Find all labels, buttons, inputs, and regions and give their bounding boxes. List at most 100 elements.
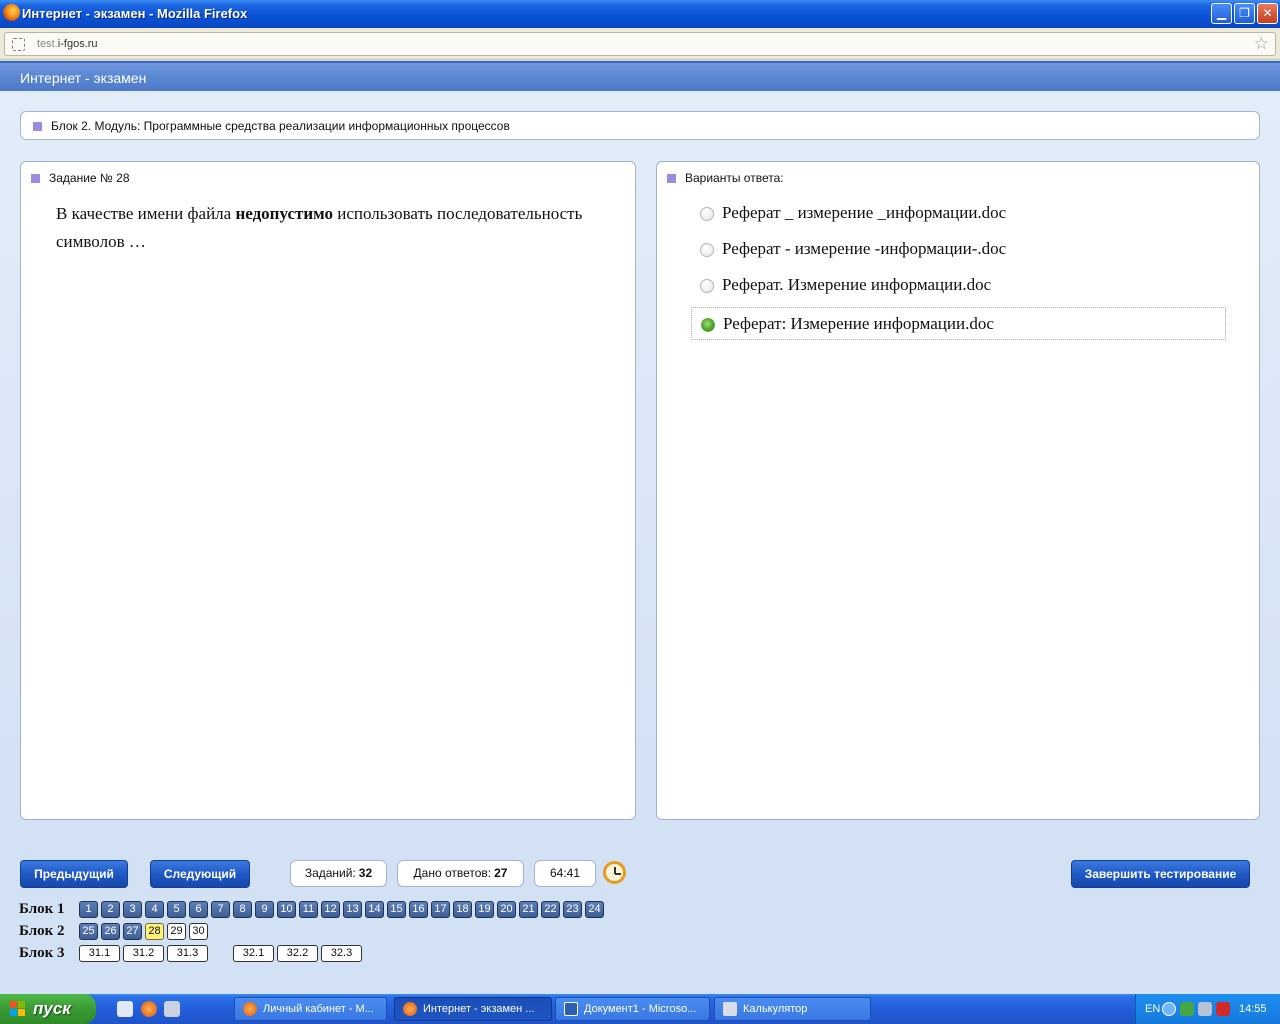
question-nav-11[interactable]: 11 (299, 901, 318, 918)
block-1-questions: 1 2 3 4 5 6 7 8 9 10 11 12 13 14 15 16 17 18 19 20 21 22 23 24 (79, 901, 609, 919)
question-nav-19[interactable]: 19 (475, 901, 494, 918)
tasks-counter: Заданий: 32 (290, 860, 387, 887)
question-nav-32-2[interactable]: 32.2 (277, 945, 318, 962)
security-icon[interactable] (1198, 1002, 1212, 1016)
question-nav-9[interactable]: 9 (255, 901, 274, 918)
bookmark-star-icon[interactable]: ☆ (1254, 34, 1269, 54)
answers-title: Варианты ответа: (685, 171, 784, 185)
question-nav-29[interactable]: 29 (167, 923, 186, 940)
radio-button[interactable] (700, 243, 714, 257)
question-nav-22[interactable]: 22 (541, 901, 560, 918)
next-button[interactable]: Следующий (150, 860, 250, 888)
scanner-icon[interactable] (164, 1001, 180, 1017)
minimize-button[interactable]: ▁ (1211, 3, 1232, 24)
bullet-marker (667, 174, 676, 183)
question-nav-4[interactable]: 4 (145, 901, 164, 918)
question-nav-7[interactable]: 7 (211, 901, 230, 918)
block-3-label: Блок 3 (19, 945, 65, 961)
answer-option-2[interactable]: Реферат - измерение -информации-.doc (691, 233, 1226, 266)
question-nav-12[interactable]: 12 (321, 901, 340, 918)
taskbar-item-word-document[interactable]: Документ1 - Microso... (555, 997, 710, 1021)
answer-label: Реферат: Измерение информации.doc (723, 314, 994, 333)
block-title: Блок 2. Модуль: Программные средства реа… (51, 119, 510, 133)
answer-option-1[interactable]: Реферат _ измерение _информации.doc (691, 197, 1226, 230)
url-text: test.i-fgos.ru (37, 38, 98, 50)
tray-expand-icon[interactable] (1162, 1002, 1176, 1016)
question-nav-16[interactable]: 16 (409, 901, 428, 918)
windows-taskbar: пуск Личный кабинет - M... Интернет - эк… (0, 994, 1280, 1024)
question-nav-6[interactable]: 6 (189, 901, 208, 918)
restore-button[interactable]: ❐ (1234, 3, 1255, 24)
question-nav-27[interactable]: 27 (123, 923, 142, 940)
answer-option-3[interactable]: Реферат. Измерение информации.doc (691, 269, 1226, 302)
bullet-marker (31, 174, 40, 183)
calculator-icon (723, 1002, 737, 1016)
page-header: Интернет - экзамен (0, 61, 1280, 91)
radio-button-selected[interactable] (701, 318, 715, 332)
radio-button[interactable] (700, 279, 714, 293)
firefox-icon (243, 1002, 257, 1016)
question-nav-28[interactable]: 28 (145, 923, 164, 940)
question-nav-18[interactable]: 18 (453, 901, 472, 918)
question-nav-21[interactable]: 21 (519, 901, 538, 918)
question-nav-23[interactable]: 23 (563, 901, 582, 918)
question-nav-32-3[interactable]: 32.3 (321, 945, 362, 962)
page-title: Интернет - экзамен (20, 70, 147, 86)
firefox-quicklaunch-icon[interactable] (141, 1001, 157, 1017)
question-nav-24[interactable]: 24 (585, 901, 604, 918)
question-nav-26[interactable]: 26 (101, 923, 120, 940)
taskbar-item-calculator[interactable]: Калькулятор (714, 997, 871, 1021)
block-3-questions: 31.1 31.2 31.3 32.1 32.2 32.3 (79, 945, 379, 963)
answer-option-4[interactable]: Реферат: Измерение информации.doc (691, 307, 1226, 340)
word-icon (564, 1002, 578, 1016)
show-desktop-icon[interactable] (117, 1001, 133, 1017)
start-button[interactable]: пуск (0, 994, 96, 1024)
close-button[interactable]: ✕ (1257, 3, 1278, 24)
page-icon (12, 38, 25, 51)
question-nav-8[interactable]: 8 (233, 901, 252, 918)
question-text: В качестве имени файла недопустимо испол… (56, 204, 583, 251)
answers-title-row: Варианты ответа: (667, 171, 784, 185)
firefox-icon (403, 1002, 417, 1016)
bullet-marker (33, 122, 42, 131)
question-nav-20[interactable]: 20 (497, 901, 516, 918)
block-title-bar: Блок 2. Модуль: Программные средства реа… (20, 111, 1260, 140)
question-nav-31-2[interactable]: 31.2 (123, 945, 164, 962)
block-1-label: Блок 1 (19, 901, 65, 917)
question-nav-3[interactable]: 3 (123, 901, 142, 918)
question-nav-30[interactable]: 30 (189, 923, 208, 940)
question-nav-14[interactable]: 14 (365, 901, 384, 918)
radio-button[interactable] (700, 207, 714, 221)
question-panel: Задание № 28 В качестве имени файла недо… (20, 161, 636, 820)
question-nav-2[interactable]: 2 (101, 901, 120, 918)
language-indicator[interactable]: EN (1145, 1003, 1160, 1015)
question-nav-13[interactable]: 13 (343, 901, 362, 918)
question-nav-31-1[interactable]: 31.1 (79, 945, 120, 962)
question-nav-31-3[interactable]: 31.3 (167, 945, 208, 962)
question-nav-17[interactable]: 17 (431, 901, 450, 918)
system-tray: EN 14:55 (1135, 994, 1280, 1024)
answers-counter: Дано ответов: 27 (397, 860, 524, 887)
window-title: Интернет - экзамен - Mozilla Firefox (22, 6, 248, 21)
question-nav-1[interactable]: 1 (79, 901, 98, 918)
clock-time: 14:55 (1239, 1003, 1267, 1015)
finish-test-button[interactable]: Завершить тестирование (1071, 860, 1250, 888)
question-nav-5[interactable]: 5 (167, 901, 186, 918)
taskbar-item-internet-exam[interactable]: Интернет - экзамен ... (394, 997, 552, 1021)
antivirus-icon[interactable] (1216, 1002, 1230, 1016)
timer: 64:41 (534, 860, 596, 887)
firefox-icon (3, 4, 20, 21)
question-nav-25[interactable]: 25 (79, 923, 98, 940)
question-nav-15[interactable]: 15 (387, 901, 406, 918)
network-icon[interactable] (1180, 1002, 1194, 1016)
question-nav-10[interactable]: 10 (277, 901, 296, 918)
question-nav-32-1[interactable]: 32.1 (233, 945, 274, 962)
alarm-clock-icon (603, 861, 626, 884)
address-bar[interactable]: test.i-fgos.ru ☆ (4, 32, 1276, 56)
question-title-row: Задание № 28 (31, 171, 130, 185)
taskbar-item-personal-cabinet[interactable]: Личный кабинет - M... (234, 997, 387, 1021)
answers-panel: Варианты ответа: Реферат _ измерение _ин… (656, 161, 1260, 820)
previous-button[interactable]: Предыдущий (20, 860, 128, 888)
question-number: Задание № 28 (49, 171, 130, 185)
block-2-label: Блок 2 (19, 923, 65, 939)
